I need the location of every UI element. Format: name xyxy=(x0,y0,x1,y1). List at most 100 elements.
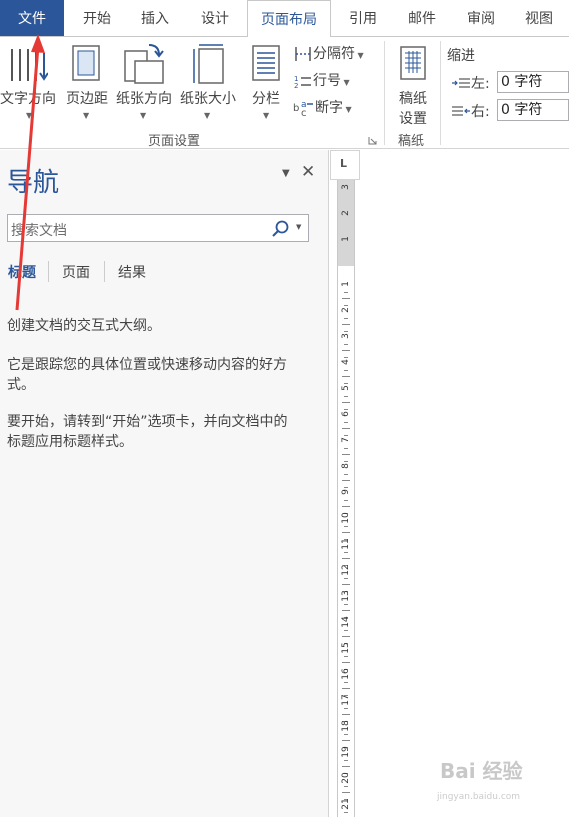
ruler-tick xyxy=(342,324,350,325)
svg-text:a: a xyxy=(301,100,307,110)
orientation-button[interactable]: 纸张方向 ▼ xyxy=(113,41,175,121)
tab-insert[interactable]: 插入 xyxy=(130,0,180,36)
tab-view[interactable]: 视图 xyxy=(514,0,564,36)
watermark-sub: jingyan.baidu.com xyxy=(437,792,521,802)
size-button[interactable]: 纸张大小 ▼ xyxy=(177,41,239,121)
margins-button[interactable]: 页边距 ▼ xyxy=(62,41,112,121)
manuscript-label-line1: 稿纸 xyxy=(399,91,427,107)
ruler-tick xyxy=(342,350,350,351)
ruler-tick xyxy=(342,766,350,767)
ruler-tick xyxy=(344,811,348,813)
ruler-tick xyxy=(342,402,350,403)
ruler-tick xyxy=(342,480,350,481)
tab-pages[interactable]: 页面 xyxy=(62,262,90,282)
hyphenation-button[interactable]: b c a 断字 ▼ xyxy=(293,97,352,119)
ruler-tick xyxy=(344,395,348,397)
ruler-number: 21 xyxy=(341,798,351,810)
chevron-down-icon[interactable]: ▼ xyxy=(296,223,301,231)
chevron-down-icon: ▼ xyxy=(343,105,352,114)
ruler-tick xyxy=(344,473,348,475)
orientation-icon xyxy=(124,44,164,84)
ruler-number: 18 xyxy=(341,720,351,732)
manuscript-group-label: 稿纸 xyxy=(398,134,425,149)
tab-divider xyxy=(48,261,49,282)
indent-left-text: 左: xyxy=(471,76,490,92)
ruler-tick xyxy=(342,454,350,455)
ruler-number: 2 xyxy=(341,307,351,313)
tab-review[interactable]: 审阅 xyxy=(456,0,506,36)
text-direction-button[interactable]: 文字方向 ▼ xyxy=(0,41,60,121)
ruler-number: 10 xyxy=(341,512,351,524)
vertical-ruler[interactable]: 3 2 1 1 2 3 4 5 6 7 8 9 10 11 12 13 14 15 16 17 18 19 20 21 xyxy=(337,180,355,817)
ruler-tick xyxy=(344,577,348,579)
line-numbers-button[interactable]: 1 2 行号 ▼ xyxy=(293,70,350,90)
tab-file[interactable]: 文件 xyxy=(0,0,64,36)
ruler-number: 3 xyxy=(341,333,351,339)
ruler-tick xyxy=(344,785,348,787)
tab-design[interactable]: 设计 xyxy=(190,0,240,36)
tab-stop-symbol: L xyxy=(340,157,348,170)
tab-home[interactable]: 开始 xyxy=(72,0,122,36)
indent-left-label: 左: xyxy=(451,73,490,93)
indent-right-input[interactable]: 0 字符 xyxy=(497,99,569,121)
orientation-label: 纸张方向 xyxy=(116,91,172,107)
breaks-button[interactable]: 分隔符 ▼ xyxy=(293,43,364,63)
tab-divider xyxy=(104,261,105,282)
ruler-tick xyxy=(344,629,348,631)
ruler-tick xyxy=(342,532,350,533)
ruler-number: 6 xyxy=(341,411,351,417)
chevron-down-icon: ▼ xyxy=(355,51,364,60)
breaks-label: 分隔符 xyxy=(313,46,355,62)
tab-results[interactable]: 结果 xyxy=(118,262,146,282)
hyphenation-icon: b c a xyxy=(293,100,313,119)
nav-help-line: 创建文档的交互式大纲。 xyxy=(7,318,161,334)
dialog-launcher-icon[interactable] xyxy=(368,136,377,145)
ruler-tick xyxy=(342,558,350,559)
chevron-down-icon: ▼ xyxy=(204,111,211,120)
ruler-number: 16 xyxy=(341,668,351,680)
ruler-number: 15 xyxy=(341,642,351,654)
manuscript-settings-button[interactable]: 稿纸 设置 xyxy=(390,41,436,127)
ruler-number: 8 xyxy=(341,463,351,469)
indent-left-icon xyxy=(452,78,470,88)
size-label: 纸张大小 xyxy=(180,91,236,107)
group-divider xyxy=(440,41,441,145)
ruler-tick xyxy=(344,525,348,527)
pane-options-icon[interactable]: ▼ xyxy=(282,168,290,179)
nav-help-line: 要开始，请转到“开始”选项卡，并向文档中的 xyxy=(7,414,288,430)
tab-mailings[interactable]: 邮件 xyxy=(397,0,447,36)
ruler-number: 9 xyxy=(341,489,351,495)
columns-button[interactable]: 分栏 ▼ xyxy=(246,41,286,121)
ruler-tick xyxy=(342,662,350,663)
margins-label: 页边距 xyxy=(66,91,108,107)
nav-help-line: 标题应用标题样式。 xyxy=(7,434,133,450)
ruler-number: 14 xyxy=(341,616,351,628)
nav-help-line: 它是跟踪您的具体位置或快速移动内容的好方 xyxy=(7,357,287,373)
close-icon[interactable]: ✕ xyxy=(301,162,315,182)
manuscript-label-line2: 设置 xyxy=(399,111,427,127)
ruler-tick xyxy=(344,681,348,683)
ruler-tick xyxy=(342,688,350,689)
tab-references[interactable]: 引用 xyxy=(338,0,388,36)
indent-left-input[interactable]: 0 字符 xyxy=(497,71,569,93)
document-area[interactable] xyxy=(361,150,569,817)
ruler-number: 20 xyxy=(341,772,351,784)
ribbon-tab-bar: 文件 开始 插入 设计 页面布局 引用 邮件 审阅 视图 xyxy=(0,0,569,37)
hyphenation-label: 断字 xyxy=(315,100,343,116)
ruler-tick xyxy=(342,740,350,741)
ruler-tick xyxy=(342,506,350,507)
group-divider xyxy=(384,41,385,145)
tab-page-layout[interactable]: 页面布局 xyxy=(247,0,331,37)
navigation-pane: 导航 ▼ ✕ 搜索文档 ▼ 标题 页面 结果 创建文档的交互式大纲。 它是跟踪您… xyxy=(0,150,329,817)
ruler-tab-selector[interactable]: L xyxy=(330,150,360,180)
line-numbers-icon: 1 2 xyxy=(294,75,311,90)
chevron-down-icon: ▼ xyxy=(263,111,270,120)
ruler-tick xyxy=(344,317,348,319)
search-input[interactable]: 搜索文档 xyxy=(11,220,67,240)
nav-search-box[interactable]: 搜索文档 ▼ xyxy=(7,214,309,242)
chevron-down-icon: ▼ xyxy=(26,111,33,120)
indent-right-icon xyxy=(452,106,470,116)
tab-headings[interactable]: 标题 xyxy=(8,262,36,282)
ruler-tick xyxy=(342,376,350,377)
search-icon[interactable] xyxy=(272,220,290,238)
